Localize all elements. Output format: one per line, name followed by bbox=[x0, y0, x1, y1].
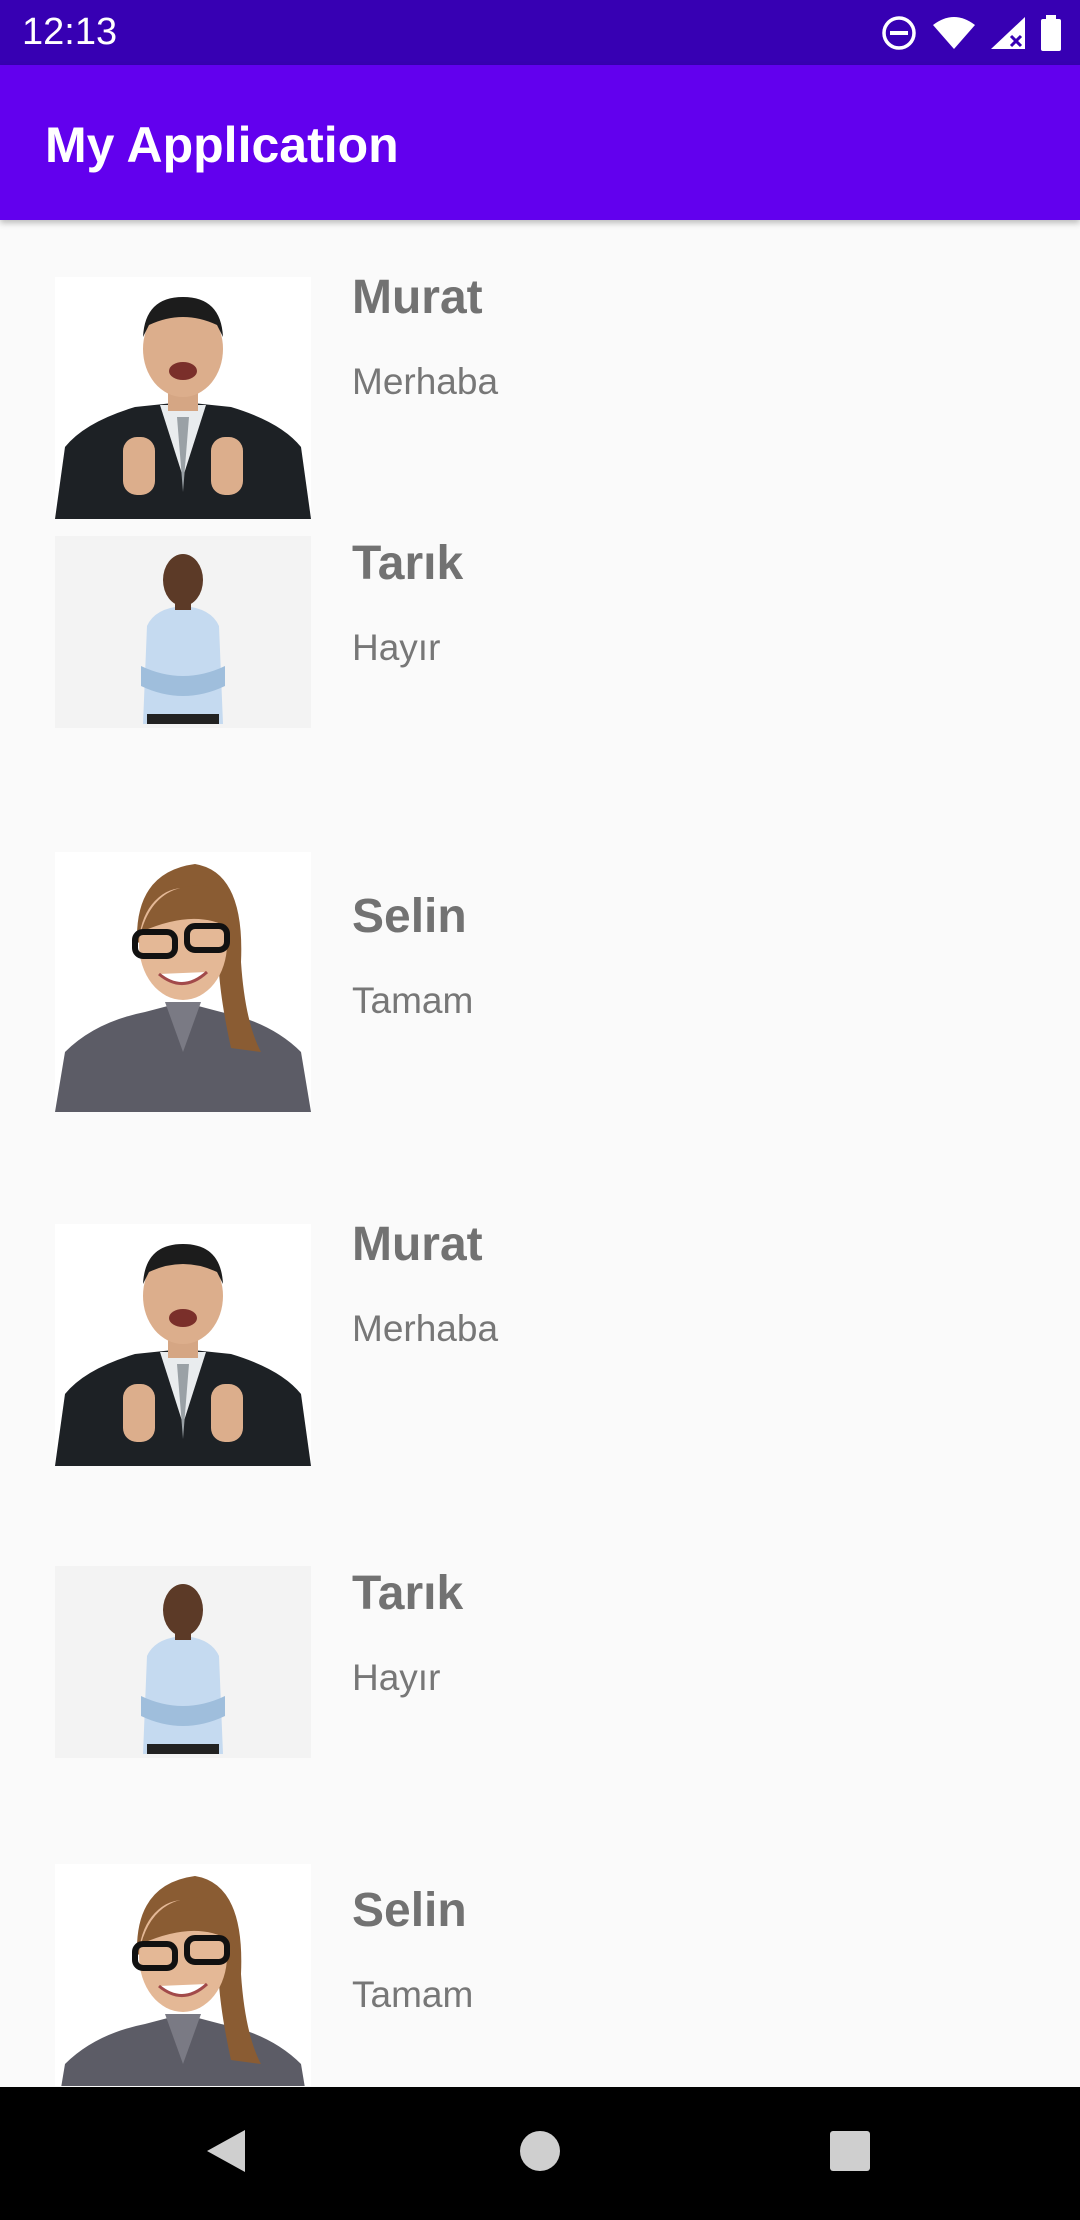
contact-photo bbox=[55, 536, 311, 728]
contact-message: Tamam bbox=[352, 980, 474, 1021]
contact-name: Tarık bbox=[352, 537, 464, 590]
app-bar: My Application bbox=[0, 65, 1080, 220]
list-item[interactable]: Murat Merhaba bbox=[0, 1168, 1080, 1484]
home-icon bbox=[519, 2130, 561, 2177]
back-icon bbox=[205, 2128, 247, 2179]
contact-name: Murat bbox=[352, 271, 483, 324]
navigation-bar bbox=[0, 2087, 1080, 2220]
list-item[interactable]: Selin Tamam bbox=[0, 1800, 1080, 2086]
contact-message: Hayır bbox=[352, 1657, 441, 1698]
contact-photo bbox=[55, 277, 311, 519]
contact-photo bbox=[55, 1566, 311, 1758]
contact-message: Merhaba bbox=[352, 1308, 499, 1349]
list-item[interactable]: Murat Merhaba bbox=[0, 220, 1080, 536]
contact-list[interactable]: Murat Merhaba Tarık Hayır Selin Tamam Mu… bbox=[0, 220, 1080, 2086]
recents-button[interactable] bbox=[770, 2087, 930, 2220]
signal-icon bbox=[990, 16, 1026, 50]
contact-name: Tarık bbox=[352, 1567, 464, 1620]
contact-message: Merhaba bbox=[352, 361, 499, 402]
back-button[interactable] bbox=[146, 2087, 306, 2220]
contact-photo bbox=[55, 1224, 311, 1466]
do-not-disturb-icon bbox=[880, 14, 918, 52]
contact-message: Hayır bbox=[352, 627, 441, 668]
contact-photo bbox=[55, 852, 311, 1112]
home-button[interactable] bbox=[460, 2087, 620, 2220]
app-title: My Application bbox=[45, 117, 399, 173]
contact-name: Murat bbox=[352, 1218, 483, 1271]
status-icons bbox=[880, 0, 1062, 65]
list-item[interactable]: Tarık Hayır bbox=[0, 1484, 1080, 1800]
list-item[interactable]: Selin Tamam bbox=[0, 852, 1080, 1168]
contact-name: Selin bbox=[352, 890, 467, 943]
battery-icon bbox=[1040, 14, 1062, 51]
list-item[interactable]: Tarık Hayır bbox=[0, 536, 1080, 852]
status-bar: 12:13 bbox=[0, 0, 1080, 65]
contact-message: Tamam bbox=[352, 1974, 474, 2015]
contact-name: Selin bbox=[352, 1884, 467, 1937]
wifi-icon bbox=[932, 16, 976, 50]
status-time: 12:13 bbox=[22, 11, 118, 53]
recents-icon bbox=[829, 2130, 871, 2177]
contact-photo bbox=[55, 1864, 311, 2086]
